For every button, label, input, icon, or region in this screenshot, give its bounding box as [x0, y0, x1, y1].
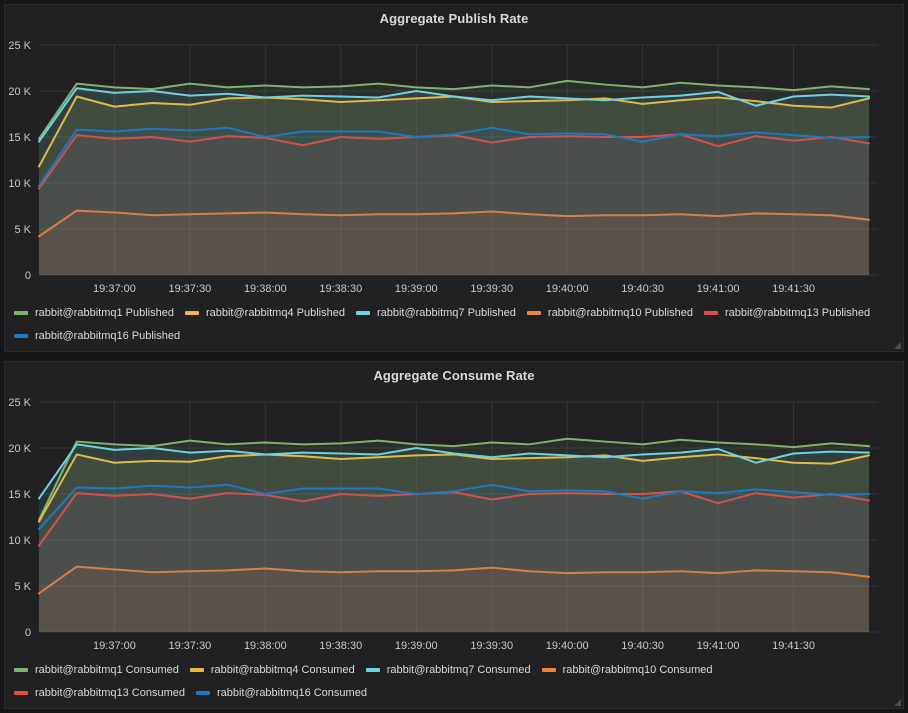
panel-aggregate-consume-rate: Aggregate Consume Rate 25 K 20 K 15 K 10 K 5… — [4, 361, 904, 709]
legend-swatch — [527, 311, 541, 315]
legend-label: rabbit@rabbitmq13 Consumed — [35, 687, 185, 699]
svg-text:19:40:00: 19:40:00 — [546, 640, 589, 652]
legend-label: rabbit@rabbitmq10 Consumed — [563, 664, 713, 676]
panel-header[interactable]: Aggregate Publish Rate — [5, 5, 903, 31]
legend-label: rabbit@rabbitmq13 Published — [725, 307, 870, 319]
svg-text:19:41:00: 19:41:00 — [697, 283, 740, 295]
legend-label: rabbit@rabbitmq1 Published — [35, 307, 174, 319]
legend-item[interactable]: rabbit@rabbitmq13 Consumed — [14, 683, 185, 703]
svg-text:15 K: 15 K — [8, 132, 31, 144]
legend-label: rabbit@rabbitmq4 Published — [206, 307, 345, 319]
legend-label: rabbit@rabbitmq16 Published — [35, 330, 180, 342]
svg-text:19:37:30: 19:37:30 — [168, 283, 211, 295]
legend-swatch — [14, 334, 28, 338]
svg-text:19:41:00: 19:41:00 — [697, 640, 740, 652]
consume-rate-legend: rabbit@rabbitmq1 Consumed rabbit@rabbitmq… — [5, 656, 903, 708]
legend-swatch — [190, 668, 204, 672]
legend-label: rabbit@rabbitmq10 Published — [548, 307, 693, 319]
svg-text:0: 0 — [25, 270, 31, 282]
legend-label: rabbit@rabbitmq7 Published — [377, 307, 516, 319]
legend-swatch — [542, 668, 556, 672]
legend-label: rabbit@rabbitmq16 Consumed — [217, 687, 367, 699]
svg-text:19:39:00: 19:39:00 — [395, 640, 438, 652]
svg-text:19:41:30: 19:41:30 — [772, 283, 815, 295]
svg-text:19:37:30: 19:37:30 — [168, 640, 211, 652]
legend-label: rabbit@rabbitmq1 Consumed — [35, 664, 179, 676]
svg-text:10 K: 10 K — [8, 178, 31, 190]
legend-item[interactable]: rabbit@rabbitmq7 Consumed — [366, 660, 531, 680]
publish-rate-legend: rabbit@rabbitmq1 Published rabbit@rabbitm… — [5, 299, 903, 351]
legend-swatch — [704, 311, 718, 315]
svg-text:20 K: 20 K — [8, 86, 31, 98]
svg-text:19:39:30: 19:39:30 — [470, 283, 513, 295]
legend-item[interactable]: rabbit@rabbitmq1 Published — [14, 303, 174, 323]
legend-swatch — [14, 311, 28, 315]
svg-text:20 K: 20 K — [8, 443, 31, 455]
legend-label: rabbit@rabbitmq4 Consumed — [211, 664, 355, 676]
legend-item[interactable]: rabbit@rabbitmq16 Consumed — [196, 683, 367, 703]
svg-text:0: 0 — [25, 627, 31, 639]
legend-swatch — [366, 668, 380, 672]
legend-swatch — [14, 668, 28, 672]
svg-text:19:37:00: 19:37:00 — [93, 283, 136, 295]
svg-text:10 K: 10 K — [8, 535, 31, 547]
svg-text:19:39:00: 19:39:00 — [395, 283, 438, 295]
legend-item[interactable]: rabbit@rabbitmq13 Published — [704, 303, 870, 323]
panel-resize-handle[interactable] — [894, 699, 901, 706]
legend-swatch — [356, 311, 370, 315]
svg-text:19:40:30: 19:40:30 — [621, 283, 664, 295]
svg-text:19:37:00: 19:37:00 — [93, 640, 136, 652]
legend-item[interactable]: rabbit@rabbitmq10 Consumed — [542, 660, 713, 680]
legend-label: rabbit@rabbitmq7 Consumed — [387, 664, 531, 676]
svg-text:5 K: 5 K — [14, 581, 31, 593]
legend-swatch — [196, 691, 210, 695]
legend-swatch — [14, 691, 28, 695]
legend-item[interactable]: rabbit@rabbitmq1 Consumed — [14, 660, 179, 680]
consume-rate-chart[interactable]: 25 K 20 K 15 K 10 K 5 K 0 19:37:00 19:37:30 19:3… — [5, 388, 903, 656]
svg-text:25 K: 25 K — [8, 40, 31, 52]
svg-text:19:40:00: 19:40:00 — [546, 283, 589, 295]
svg-text:19:38:00: 19:38:00 — [244, 640, 287, 652]
legend-item[interactable]: rabbit@rabbitmq4 Consumed — [190, 660, 355, 680]
svg-text:15 K: 15 K — [8, 489, 31, 501]
legend-item[interactable]: rabbit@rabbitmq16 Published — [14, 326, 180, 346]
legend-swatch — [185, 311, 199, 315]
publish-rate-chart[interactable]: 25 K 20 K 15 K 10 K 5 K 0 19:37:00 19:37:30 19:3… — [5, 31, 903, 299]
legend-item[interactable]: rabbit@rabbitmq4 Published — [185, 303, 345, 323]
dashboard: Aggregate Publish Rate 25 K 20 K 15 K 10 K 5… — [0, 0, 908, 713]
svg-text:19:40:30: 19:40:30 — [621, 640, 664, 652]
svg-text:5 K: 5 K — [14, 224, 31, 236]
legend-item[interactable]: rabbit@rabbitmq10 Published — [527, 303, 693, 323]
svg-text:19:38:30: 19:38:30 — [319, 283, 362, 295]
panel-header[interactable]: Aggregate Consume Rate — [5, 362, 903, 388]
panel-title: Aggregate Consume Rate — [373, 368, 534, 383]
panel-resize-handle[interactable] — [894, 342, 901, 349]
panel-aggregate-publish-rate: Aggregate Publish Rate 25 K 20 K 15 K 10 K 5… — [4, 4, 904, 352]
svg-text:19:39:30: 19:39:30 — [470, 640, 513, 652]
panel-title: Aggregate Publish Rate — [380, 11, 529, 26]
legend-item[interactable]: rabbit@rabbitmq7 Published — [356, 303, 516, 323]
svg-text:25 K: 25 K — [8, 397, 31, 409]
svg-text:19:41:30: 19:41:30 — [772, 640, 815, 652]
svg-text:19:38:30: 19:38:30 — [319, 640, 362, 652]
svg-text:19:38:00: 19:38:00 — [244, 283, 287, 295]
